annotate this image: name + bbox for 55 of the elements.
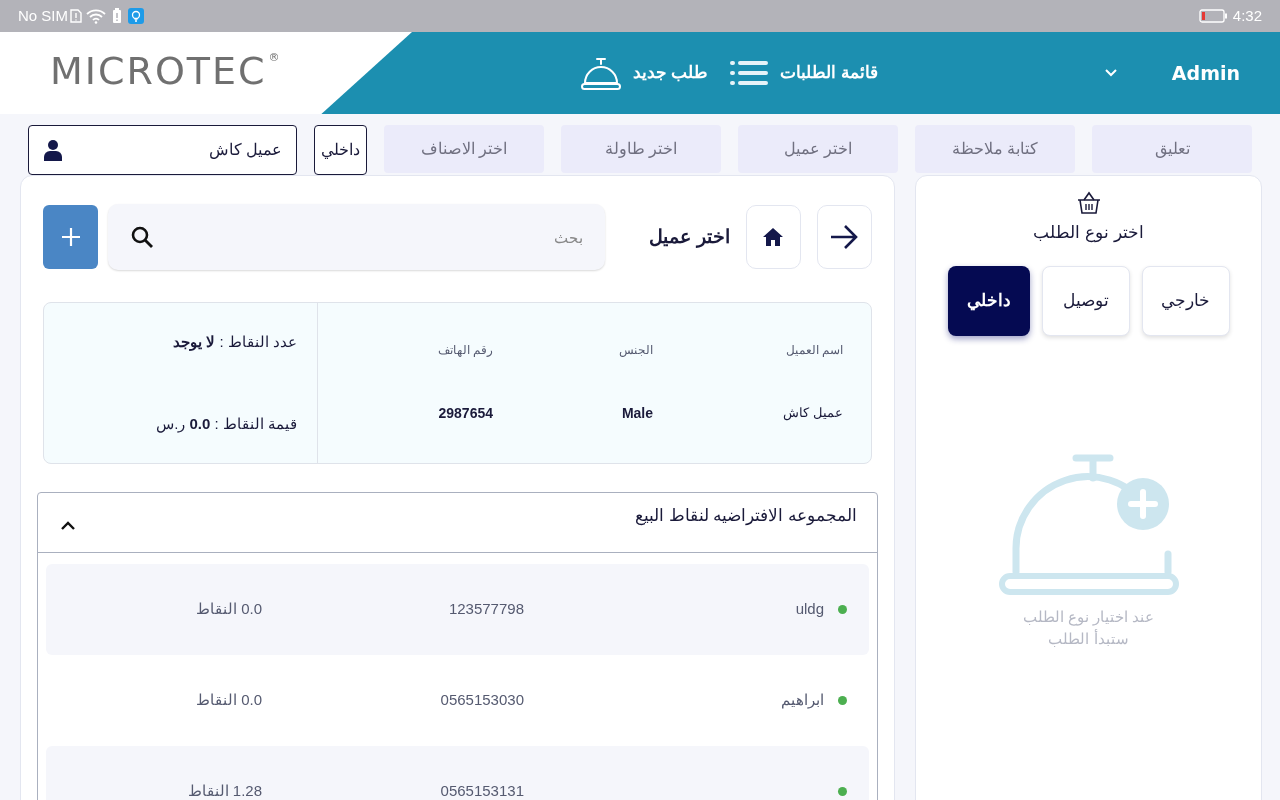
add-button[interactable] (43, 205, 99, 269)
points-text: 0.0 النقاط (195, 599, 262, 620)
back-button[interactable] (816, 205, 872, 269)
bulb-icon (128, 8, 144, 24)
service-bell-icon (580, 56, 621, 90)
action-tab[interactable]: اختر الاصناف (384, 125, 544, 173)
points-count-text: عدد النقاط : لا يوجد (172, 332, 297, 353)
panel-title: اختر عميل (648, 224, 730, 250)
plus-icon (60, 227, 81, 247)
search-icon (130, 225, 155, 249)
phone-number: 123577798 (447, 599, 524, 620)
field-value: عميل كاش (782, 404, 843, 423)
column-heading: الجنس (618, 342, 653, 359)
order-type-button[interactable]: توصيل (1041, 265, 1130, 336)
action-tab[interactable]: اختر طاولة (561, 125, 721, 173)
nav-link[interactable]: طلب جديد (580, 56, 709, 90)
chevron-up-icon[interactable] (60, 521, 76, 531)
hint-text: عند اختيار نوع الطلب ستبدأ الطلب (1022, 606, 1155, 649)
column-heading: رقم الهاتف (436, 342, 493, 359)
field-value: 2987654 (437, 404, 493, 423)
nav-link[interactable]: قائمة الطلبات (730, 60, 878, 86)
group-header[interactable]: المجموعه الافتراضيه لنقاط البيع (38, 493, 877, 553)
phone-number: 0565153030 (439, 690, 524, 711)
search-field[interactable]: بحث (108, 204, 606, 270)
action-tab[interactable]: اختر عميل (738, 125, 898, 173)
column-heading: اسم العميل (784, 342, 843, 359)
carrier-text: No SIM (18, 5, 68, 26)
logo: MICROTEC® (50, 52, 282, 90)
user-name[interactable]: Admin (1171, 58, 1240, 88)
wifi-icon (86, 8, 106, 24)
panel-title: اختر نوع الطلب (1033, 222, 1144, 245)
action-tab[interactable]: تعليق (1092, 125, 1252, 173)
group-title: المجموعه الافتراضيه لنقاط البيع (634, 505, 857, 528)
order-type-button[interactable]: خارجي (1141, 265, 1230, 336)
arrow-right-icon (829, 224, 860, 250)
points-text: 1.28 النقاط (187, 781, 262, 800)
customer-name: uldg (794, 599, 824, 620)
action-tab[interactable]: كتابة ملاحظة (915, 125, 1075, 173)
customer-field[interactable]: عميل كاش (28, 125, 297, 175)
battery-icon (1198, 9, 1227, 23)
phone-number: 0565153131 (439, 781, 524, 800)
order-type-button[interactable]: داخلي (947, 265, 1030, 336)
home-button[interactable] (745, 205, 801, 269)
order-type-button[interactable]: داخلي (314, 125, 367, 175)
basket-icon (1075, 190, 1102, 216)
points-text: 0.0 النقاط (195, 690, 262, 711)
home-icon (763, 228, 784, 246)
customer-name: ابراهيم (780, 690, 824, 711)
user-icon (43, 139, 63, 161)
chevron-down-icon[interactable] (1103, 68, 1118, 78)
sim-icon (70, 9, 82, 23)
battery-alert-icon (112, 8, 122, 24)
clock-text: 4:32 (1232, 5, 1262, 26)
field-value: Male (620, 404, 653, 423)
list-icon (730, 60, 769, 86)
